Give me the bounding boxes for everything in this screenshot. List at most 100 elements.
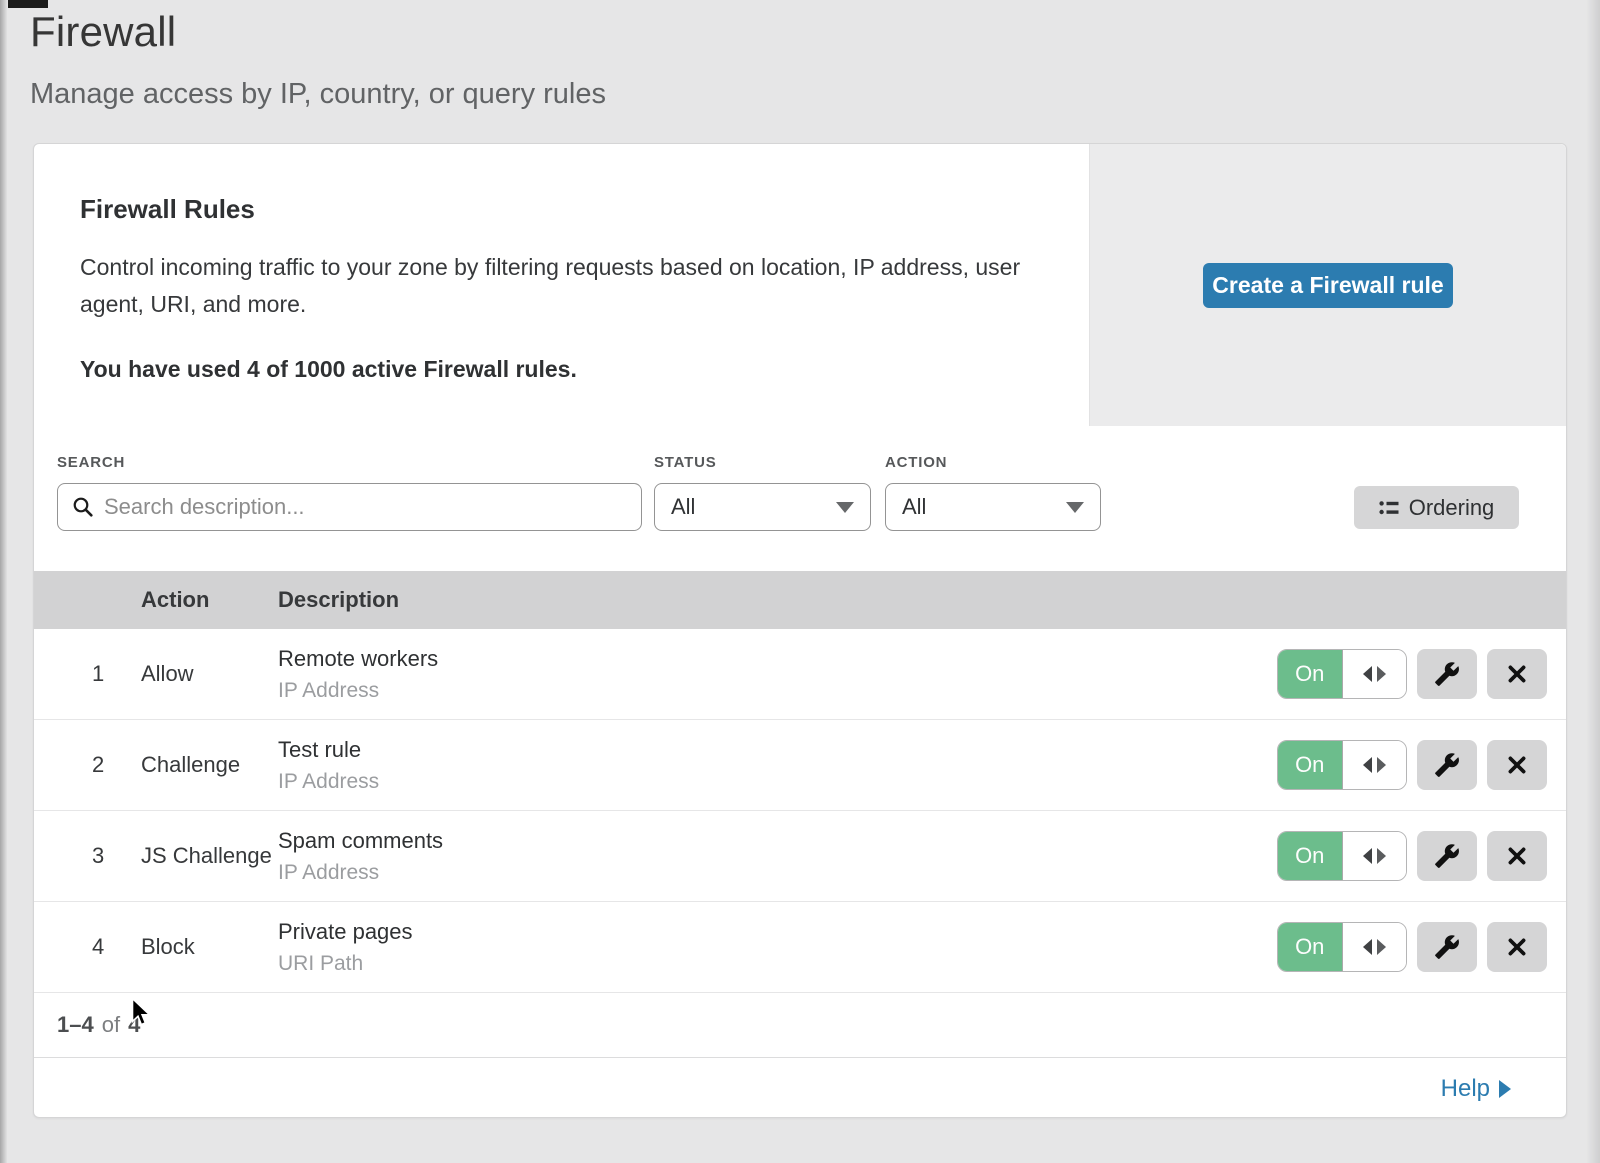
wrench-icon [1434,661,1460,687]
window-corner-artifact [8,0,48,8]
rule-match-field: IP Address [278,770,1277,794]
rule-priority: 3 [34,843,141,869]
close-icon [1506,936,1528,958]
ordering-button[interactable]: Ordering [1354,486,1519,529]
close-icon [1506,845,1528,867]
rule-controls: On [1277,740,1547,790]
rule-description: Test rule IP Address [278,737,1277,794]
arrow-right-icon [1377,666,1386,682]
rule-priority: 4 [34,934,141,960]
table-row: 4 Block Private pages URI Path On [34,902,1566,993]
table-row: 3 JS Challenge Spam comments IP Address … [34,811,1566,902]
rule-name: Test rule [278,737,1277,763]
status-select[interactable]: All [654,483,871,531]
rule-action: Challenge [141,752,278,778]
search-box[interactable] [57,483,642,531]
rule-enabled-toggle[interactable]: On [1277,922,1407,972]
rule-match-field: IP Address [278,679,1277,703]
arrow-left-icon [1363,939,1372,955]
page-header: Firewall Manage access by IP, country, o… [0,0,1600,111]
delete-rule-button[interactable] [1487,649,1547,699]
action-column-header: Action [141,587,278,613]
arrow-right-icon [1499,1080,1511,1098]
delete-rule-button[interactable] [1487,831,1547,881]
hero-heading: Firewall Rules [80,194,1049,225]
delete-rule-button[interactable] [1487,922,1547,972]
pagination: 1–4 of 4 [34,993,1566,1057]
toggle-on-segment[interactable]: On [1278,923,1343,971]
wrench-icon [1434,752,1460,778]
create-firewall-rule-button[interactable]: Create a Firewall rule [1203,263,1453,308]
pagination-total: 4 [128,1012,140,1038]
rule-name: Private pages [278,919,1277,945]
chevron-down-icon [1066,502,1084,513]
edit-rule-button[interactable] [1417,649,1477,699]
action-label: ACTION [885,454,947,471]
rule-priority: 2 [34,752,141,778]
help-footer: Help [34,1057,1566,1119]
edit-rule-button[interactable] [1417,740,1477,790]
arrow-left-icon [1363,757,1372,773]
rule-match-field: URI Path [278,952,1277,976]
table-row: 2 Challenge Test rule IP Address On [34,720,1566,811]
edit-rule-button[interactable] [1417,831,1477,881]
rule-enabled-toggle[interactable]: On [1277,740,1407,790]
rule-action: JS Challenge [141,843,278,869]
edit-rule-button[interactable] [1417,922,1477,972]
ordering-button-label: Ordering [1409,495,1495,521]
status-select-value: All [671,494,695,520]
rule-name: Spam comments [278,828,1277,854]
rule-controls: On [1277,649,1547,699]
firewall-rules-card: Firewall Rules Control incoming traffic … [33,143,1567,1118]
hero-usage-note: You have used 4 of 1000 active Firewall … [80,356,1049,383]
rule-description: Private pages URI Path [278,919,1277,976]
toggle-on-segment[interactable]: On [1278,741,1343,789]
rule-action: Allow [141,661,278,687]
rule-priority: 1 [34,661,141,687]
arrow-left-icon [1363,848,1372,864]
table-row: 1 Allow Remote workers IP Address On [34,629,1566,720]
hero-action-panel: Create a Firewall rule [1089,144,1566,426]
rule-name: Remote workers [278,646,1277,672]
toggle-handle[interactable] [1343,741,1407,789]
arrow-right-icon [1377,757,1386,773]
ordered-list-icon [1379,499,1399,517]
toggle-handle[interactable] [1343,923,1407,971]
search-icon [72,496,94,518]
close-icon [1506,754,1528,776]
arrow-right-icon [1377,939,1386,955]
rule-enabled-toggle[interactable]: On [1277,831,1407,881]
delete-rule-button[interactable] [1487,740,1547,790]
page-title: Firewall [30,8,1600,56]
chevron-down-icon [836,502,854,513]
help-link[interactable]: Help [1441,1075,1511,1103]
rule-action: Block [141,934,278,960]
wrench-icon [1434,934,1460,960]
hero-section: Firewall Rules Control incoming traffic … [34,144,1566,426]
rule-match-field: IP Address [278,861,1277,885]
page-subtitle: Manage access by IP, country, or query r… [30,78,1600,111]
rule-description: Remote workers IP Address [278,646,1277,703]
rule-controls: On [1277,831,1547,881]
status-label: STATUS [654,454,717,471]
toggle-on-segment[interactable]: On [1278,832,1343,880]
pagination-of: of [102,1012,120,1038]
window-edge-right [1586,0,1600,1163]
rule-enabled-toggle[interactable]: On [1277,649,1407,699]
toggle-handle[interactable] [1343,650,1407,698]
toggle-handle[interactable] [1343,832,1407,880]
pagination-range: 1–4 [57,1012,94,1038]
window-edge-left [0,0,7,1163]
toggle-on-segment[interactable]: On [1278,650,1343,698]
rule-description: Spam comments IP Address [278,828,1277,885]
search-input[interactable] [104,494,627,520]
rule-controls: On [1277,922,1547,972]
action-select[interactable]: All [885,483,1101,531]
hero-description: Control incoming traffic to your zone by… [80,249,1025,323]
wrench-icon [1434,843,1460,869]
help-link-label: Help [1441,1075,1490,1103]
search-label: SEARCH [57,454,125,471]
hero-text-block: Firewall Rules Control incoming traffic … [34,144,1089,426]
description-column-header: Description [278,587,1566,613]
filters-bar: SEARCH STATUS ACTION All All Ord [34,426,1566,571]
